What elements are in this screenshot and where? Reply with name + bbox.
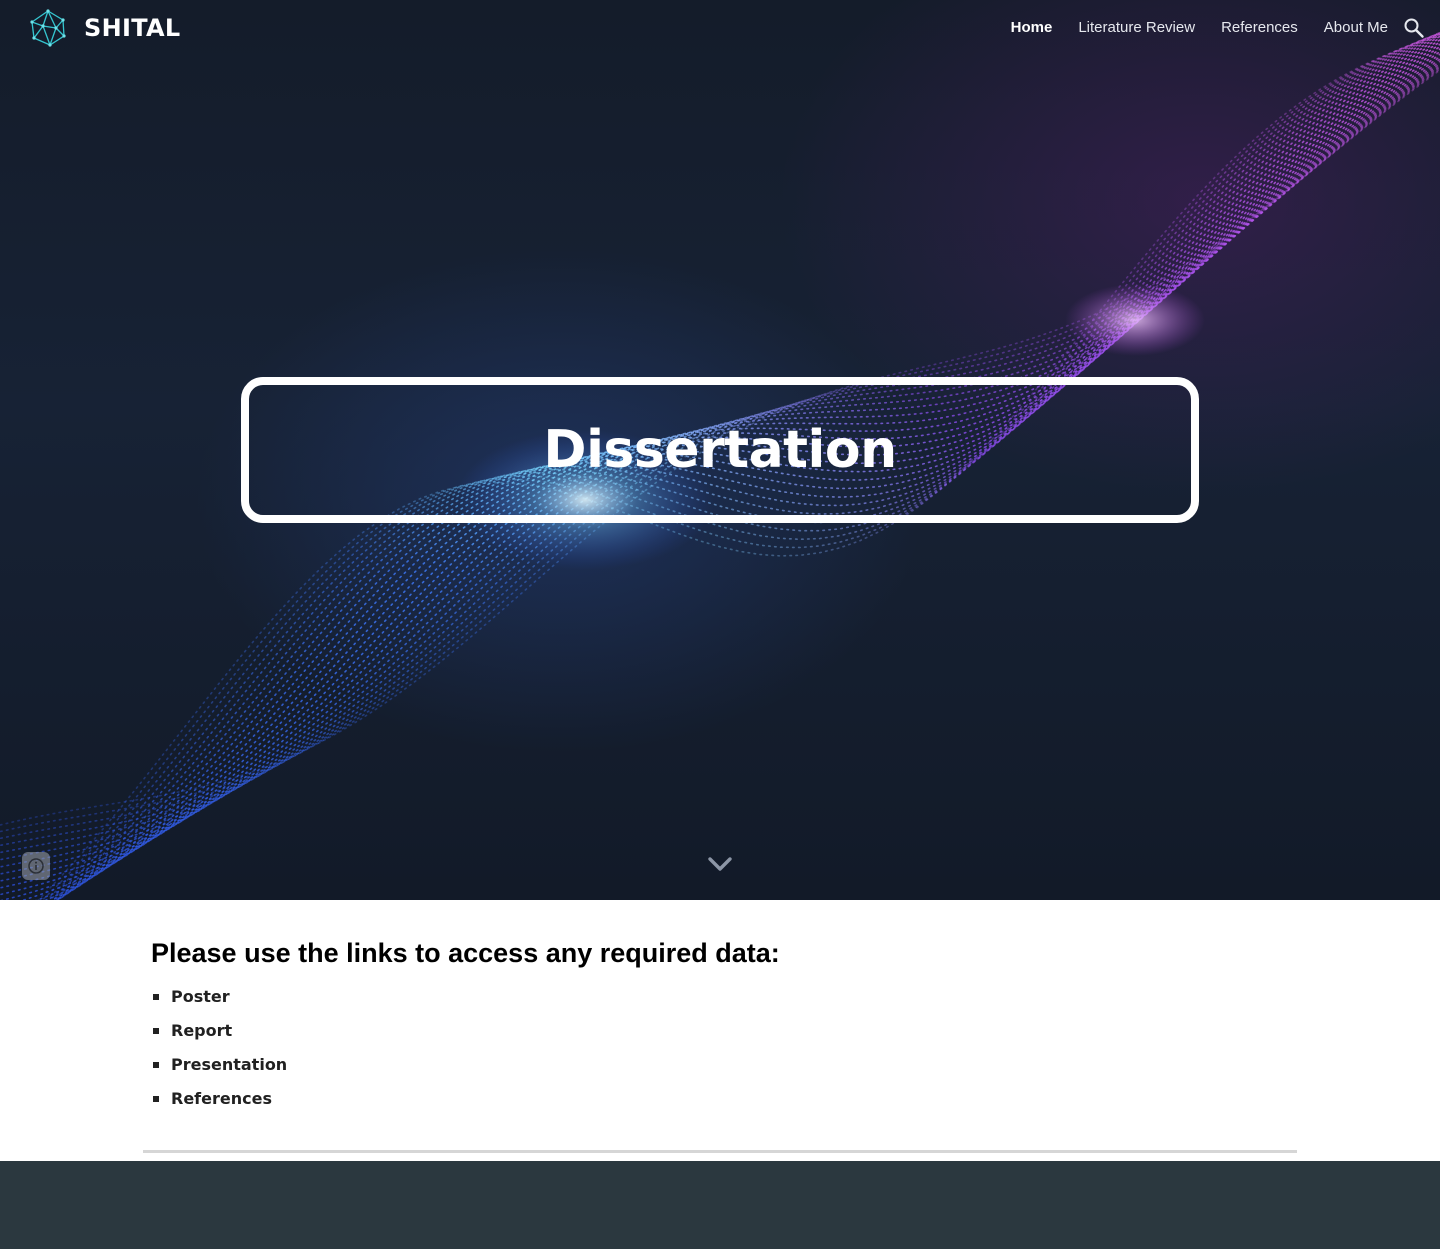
chevron-down-icon[interactable]: [706, 850, 734, 878]
site-header: SHITAL Home Literature Review References…: [0, 0, 1440, 56]
page-title: Dissertation: [543, 420, 897, 480]
list-item: Poster: [151, 980, 1289, 1014]
search-icon[interactable]: [1402, 16, 1426, 40]
nav-item-references[interactable]: References: [1221, 16, 1298, 40]
bullet-icon: [153, 1096, 159, 1102]
list-item: Presentation: [151, 1048, 1289, 1082]
main-content: Please use the links to access any requi…: [151, 934, 1289, 1116]
info-button[interactable]: [22, 852, 50, 880]
list-item: Report: [151, 1014, 1289, 1048]
hero-banner: SHITAL Home Literature Review References…: [0, 0, 1440, 900]
bullet-icon: [153, 1062, 159, 1068]
list-item: References: [151, 1082, 1289, 1116]
data-links-list: Poster Report Presentation References: [151, 980, 1289, 1116]
bullet-icon: [153, 1028, 159, 1034]
site-footer: [0, 1161, 1440, 1249]
content-heading: Please use the links to access any requi…: [151, 938, 780, 968]
site-title[interactable]: SHITAL: [84, 12, 180, 44]
nav-item-home[interactable]: Home: [1011, 16, 1053, 40]
nav-item-about-me[interactable]: About Me: [1324, 16, 1388, 40]
link-references[interactable]: References: [171, 1089, 272, 1108]
bullet-icon: [153, 994, 159, 1000]
network-polyhedron-logo[interactable]: [28, 8, 68, 48]
link-report[interactable]: Report: [171, 1021, 232, 1040]
nav-item-literature-review[interactable]: Literature Review: [1078, 16, 1195, 40]
link-presentation[interactable]: Presentation: [171, 1055, 287, 1074]
section-divider: [143, 1150, 1297, 1153]
main-nav: Home Literature Review References About …: [985, 16, 1388, 40]
page-title-frame: Dissertation: [241, 377, 1199, 523]
info-icon: [28, 858, 44, 874]
link-poster[interactable]: Poster: [171, 987, 230, 1006]
